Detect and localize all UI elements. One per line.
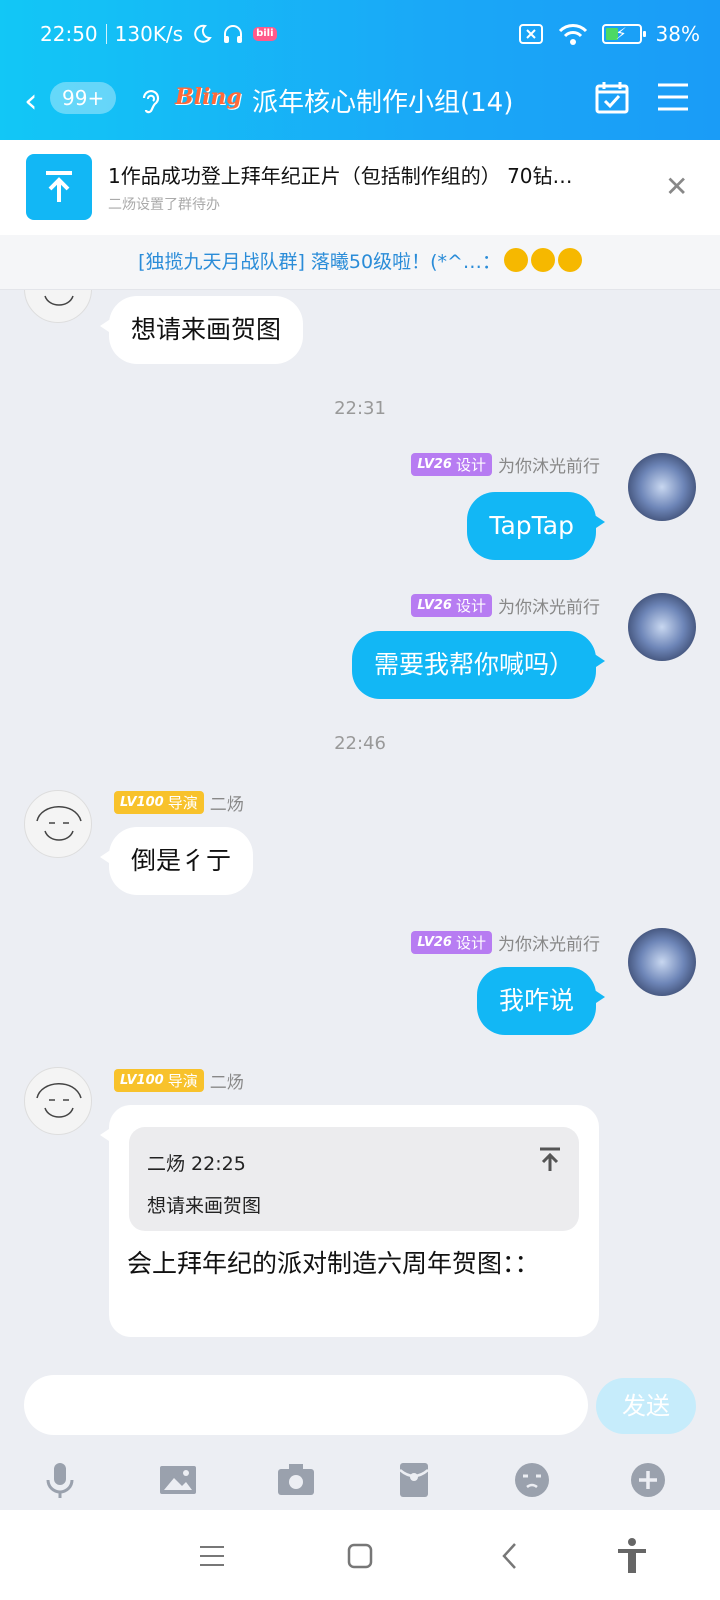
avatar[interactable] xyxy=(628,453,696,521)
sender-name: 为你沐光前行 xyxy=(498,457,600,477)
quoted-text: 想请来画贺图 xyxy=(147,1195,262,1217)
sender-name: 二炀 xyxy=(209,1073,244,1093)
level-badge: LV100 导演 xyxy=(114,791,204,814)
calendar-check-icon[interactable] xyxy=(594,80,630,116)
status-bar: 22:50 130K/s bili ⚡ 38% xyxy=(0,0,720,70)
reply-message-bubble[interactable]: 二炀 22:25 想请来画贺图 会上拜年纪的派对制造六周年贺图：： xyxy=(100,1105,599,1337)
todo-subtitle: 二炀设置了群待办 xyxy=(108,197,220,213)
level-badge: LV26 设计 xyxy=(411,931,492,954)
sender-info: LV26 设计 为你沐光前行 xyxy=(411,593,600,618)
avatar[interactable] xyxy=(24,790,92,858)
microphone-icon[interactable] xyxy=(40,1460,80,1500)
chat-navbar: ‹ 99+ Bling 派年核心制作小组(14) xyxy=(0,70,720,140)
sender-info: LV100 导演 二炀 xyxy=(114,1068,244,1093)
level-badge: LV100 导演 xyxy=(114,1069,204,1092)
sender-name: 为你沐光前行 xyxy=(498,598,600,618)
laughing-emoji-icon xyxy=(503,248,528,272)
group-logo: Bling xyxy=(175,84,242,110)
charging-icon: ⚡ xyxy=(615,24,627,43)
status-divider xyxy=(105,24,107,44)
bilibili-icon: bili xyxy=(253,27,277,41)
pin-upload-icon xyxy=(26,154,92,220)
message-bubble[interactable]: 倒是彳亍 xyxy=(99,827,254,895)
sender-info: LV26 设计 为你沐光前行 xyxy=(411,452,600,477)
moon-icon xyxy=(191,23,213,45)
sender-name: 为你沐光前行 xyxy=(498,935,600,955)
back-nav-icon[interactable] xyxy=(490,1536,530,1576)
message-input[interactable] xyxy=(24,1375,588,1435)
image-icon[interactable] xyxy=(158,1460,198,1500)
message-list[interactable]: 想请来画贺图 22:31 LV26 设计 为你沐光前行 TapTap LV26 设计… xyxy=(0,290,720,1360)
todo-title: 1作品成功登上拜年纪正片（包括制作组的） 70钻… xyxy=(108,164,573,188)
send-button[interactable]: 发送 xyxy=(596,1378,696,1434)
input-toolbar xyxy=(0,1450,720,1510)
system-navigation-bar xyxy=(0,1510,720,1600)
header-background: 22:50 130K/s bili ⚡ 38% ‹ 99+ Bling 派年核心… xyxy=(0,0,720,140)
plus-icon[interactable] xyxy=(628,1460,668,1500)
camera-icon[interactable] xyxy=(276,1460,316,1500)
wifi-icon xyxy=(558,22,588,46)
message-bubble[interactable]: 想请来画贺图 xyxy=(99,296,304,364)
close-icon[interactable]: ✕ xyxy=(665,170,688,203)
message-bubble[interactable]: TapTap xyxy=(467,492,605,560)
battery-icon: ⚡ xyxy=(601,24,646,44)
sender-name: 二炀 xyxy=(209,795,244,815)
level-badge: LV26 设计 xyxy=(411,594,492,617)
menu-icon[interactable] xyxy=(656,82,690,112)
avatar[interactable] xyxy=(24,1067,92,1135)
group-notice[interactable]: [独揽九天月战队群] 落曦50级啦！(*^…： xyxy=(0,235,720,290)
level-badge: LV26 设计 xyxy=(411,453,492,476)
home-icon[interactable] xyxy=(340,1536,380,1576)
unread-badge[interactable]: 99+ xyxy=(50,82,117,114)
timestamp: 22:31 xyxy=(334,398,386,419)
status-net-speed: 130K/s xyxy=(114,22,184,46)
sender-info: LV100 导演 二炀 xyxy=(114,790,244,815)
emoji-icon[interactable] xyxy=(512,1460,552,1500)
quoted-message[interactable]: 二炀 22:25 想请来画贺图 xyxy=(129,1127,579,1231)
notice-text: [独揽九天月战队群] 落曦50级啦！(*^…： xyxy=(138,251,501,273)
headset-icon xyxy=(221,22,245,46)
laughing-emoji-icon xyxy=(530,248,555,272)
avatar[interactable] xyxy=(24,290,92,323)
recents-icon[interactable] xyxy=(192,1536,232,1576)
sim-off-icon xyxy=(518,23,544,45)
input-bar: 发送 xyxy=(0,1360,720,1510)
accessibility-icon[interactable] xyxy=(612,1536,652,1576)
earpiece-mode-icon[interactable] xyxy=(135,86,165,116)
avatar[interactable] xyxy=(628,928,696,996)
avatar[interactable] xyxy=(628,593,696,661)
timestamp: 22:46 xyxy=(334,733,386,754)
message-bubble[interactable]: 需要我帮你喊吗） xyxy=(351,631,606,699)
laughing-emoji-icon xyxy=(557,248,582,272)
sender-info: LV26 设计 为你沐光前行 xyxy=(411,930,600,955)
message-bubble[interactable]: 我咋说 xyxy=(476,967,606,1035)
red-packet-icon[interactable] xyxy=(394,1460,434,1500)
battery-percent: 38% xyxy=(655,22,700,46)
group-title[interactable]: 派年核心制作小组(14) xyxy=(252,82,513,119)
status-time: 22:50 xyxy=(40,22,98,46)
quoted-author-time: 二炀 22:25 xyxy=(147,1153,246,1175)
back-icon[interactable]: ‹ xyxy=(24,84,38,118)
group-todo-banner[interactable]: 1作品成功登上拜年纪正片（包括制作组的） 70钻… 二炀设置了群待办 ✕ xyxy=(0,140,720,235)
jump-to-top-icon[interactable] xyxy=(539,1147,561,1173)
reply-text: 会上拜年纪的派对制造六周年贺图：： xyxy=(127,1249,540,1278)
